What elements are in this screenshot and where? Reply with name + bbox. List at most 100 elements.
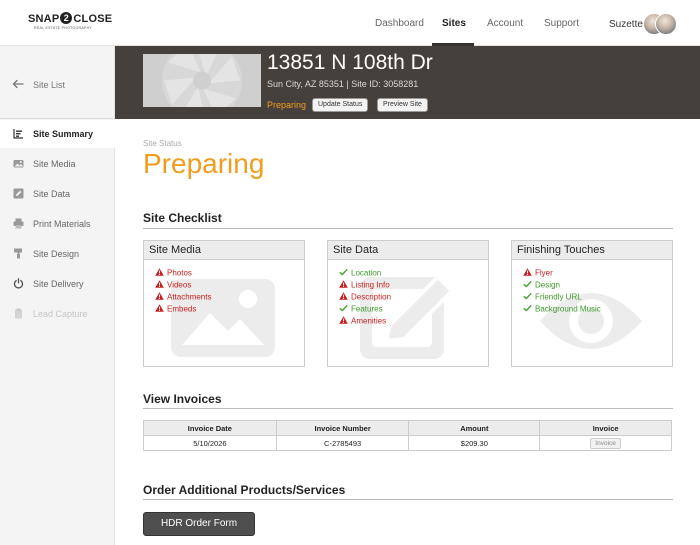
logo-tagline: REAL ESTATE PHOTOGRAPHY — [34, 26, 93, 30]
card-item-list: Flyer Design Friendly URL Background Mus… — [523, 268, 601, 316]
check-icon — [523, 292, 535, 302]
warning-icon — [155, 304, 167, 314]
card-header: Site Media — [144, 241, 304, 260]
sidebar: Site List Site Summary Site Media Site D… — [0, 46, 115, 545]
column-header-invoice-number: Invoice Number — [275, 420, 410, 436]
nav-sites[interactable]: Sites — [442, 18, 466, 29]
sidebar-item-label: Lead Capture — [33, 309, 88, 319]
sidebar-item-label: Site Delivery — [33, 279, 84, 289]
user-name[interactable]: Suzette — [609, 19, 643, 30]
check-icon — [339, 268, 351, 278]
checklist-item-location[interactable]: Location — [339, 268, 391, 280]
checklist-item-attachments[interactable]: Attachments — [155, 292, 211, 304]
sidebar-site-list[interactable]: Site List — [0, 46, 115, 119]
card-title: Finishing Touches — [517, 244, 605, 256]
checklist-item-amenities[interactable]: Amenities — [339, 316, 391, 328]
sidebar-site-list-label: Site List — [33, 80, 66, 90]
checklist-card-finishing-touches: Finishing Touches Flyer Design Friendly … — [511, 240, 673, 367]
card-title: Site Media — [149, 244, 201, 256]
sidebar-item-label: Site Data — [33, 189, 71, 199]
checklist-item-listing-info[interactable]: Listing Info — [339, 280, 391, 292]
header-status: Preparing — [267, 100, 307, 110]
warning-icon — [339, 280, 351, 290]
checklist-item-description[interactable]: Description — [339, 292, 391, 304]
invoice-amount-cell: $209.30 — [408, 435, 541, 451]
checklist-item-features[interactable]: Features — [339, 304, 391, 316]
clipboard-icon — [15, 308, 22, 319]
column-header-amount: Amount — [408, 420, 541, 436]
site-address: 13851 N 108th Dr — [267, 51, 433, 74]
paint-roller-icon — [14, 248, 22, 259]
sidebar-item-site-media[interactable]: Site Media — [0, 150, 115, 178]
card-item-list: Photos Videos Attachments Embeds — [155, 268, 211, 316]
sidebar-item-label: Site Media — [33, 159, 76, 169]
invoice-date-cell: 5/10/2026 — [143, 435, 277, 451]
printer-icon — [13, 218, 24, 229]
snap2close-logo[interactable]: SNAP 2 CLOSE REAL ESTATE PHOTOGRAPHY — [28, 12, 113, 36]
nav-account[interactable]: Account — [487, 18, 523, 29]
warning-icon — [155, 268, 167, 278]
view-invoices-title: View Invoices — [143, 392, 222, 406]
sidebar-item-site-delivery[interactable]: Site Delivery — [0, 270, 115, 298]
warning-icon — [339, 316, 351, 326]
nav-support[interactable]: Support — [544, 18, 579, 29]
table-row: 5/10/2026 C-2785493 $209.30 Invoice — [143, 435, 672, 451]
checklist-item-flyer[interactable]: Flyer — [523, 268, 601, 280]
warning-icon — [339, 292, 351, 302]
checklist-card-site-data: Site Data Location Listing Info Descript… — [327, 240, 489, 367]
check-icon — [523, 280, 535, 290]
checklist-item-background-music[interactable]: Background Music — [523, 304, 601, 316]
checklist-item-videos[interactable]: Videos — [155, 280, 211, 292]
column-header-invoice: Invoice — [539, 420, 672, 436]
section-divider — [143, 499, 673, 500]
invoice-action-cell: Invoice — [539, 435, 672, 451]
power-icon — [13, 278, 24, 289]
sidebar-item-site-summary[interactable]: Site Summary — [0, 120, 115, 148]
checklist-item-friendly-url[interactable]: Friendly URL — [523, 292, 601, 304]
invoice-table: Invoice Date Invoice Number Amount Invoi… — [143, 420, 672, 451]
site-status-value: Preparing — [143, 148, 265, 179]
warning-icon — [155, 292, 167, 302]
section-divider — [143, 408, 673, 409]
invoice-number-cell: C-2785493 — [275, 435, 410, 451]
checklist-item-design[interactable]: Design — [523, 280, 601, 292]
site-checklist-title: Site Checklist — [143, 211, 222, 225]
site-status-label: Site Status — [143, 139, 182, 148]
warning-icon — [523, 268, 535, 278]
media-image-icon — [13, 160, 24, 168]
nav-dashboard[interactable]: Dashboard — [375, 18, 424, 29]
card-header: Finishing Touches — [512, 241, 672, 260]
view-invoice-button[interactable]: Invoice — [590, 437, 621, 449]
user-avatar[interactable] — [643, 13, 677, 35]
update-status-button[interactable]: Update Status — [312, 98, 369, 112]
logo-wordmark: SNAP 2 CLOSE — [28, 12, 113, 25]
preview-site-button[interactable]: Preview Site — [377, 98, 428, 112]
avatar-photo-secondary — [655, 13, 677, 35]
site-location-id: Sun City, AZ 85351 | Site ID: 3058281 — [267, 79, 419, 89]
checklist-item-photos[interactable]: Photos — [155, 268, 211, 280]
sidebar-item-site-design[interactable]: Site Design — [0, 240, 115, 268]
checklist-item-embeds[interactable]: Embeds — [155, 304, 211, 316]
arrow-left-icon — [12, 79, 24, 89]
site-header: 13851 N 108th Dr Sun City, AZ 85351 | Si… — [115, 46, 700, 119]
summary-list-icon — [13, 129, 23, 139]
sidebar-item-label: Site Summary — [33, 129, 94, 139]
warning-icon — [155, 280, 167, 290]
main-content: Site Status Preparing Site Checklist Sit… — [115, 119, 700, 545]
check-icon — [339, 304, 351, 314]
card-title: Site Data — [333, 244, 379, 256]
sidebar-item-print-materials[interactable]: Print Materials — [0, 210, 115, 238]
sidebar-item-label: Print Materials — [33, 219, 91, 229]
sidebar-item-lead-capture: Lead Capture — [0, 300, 115, 328]
camera-aperture-icon — [143, 54, 261, 107]
table-header-row: Invoice Date Invoice Number Amount Invoi… — [143, 420, 672, 436]
data-pencil-icon — [13, 188, 24, 199]
sidebar-item-site-data[interactable]: Site Data — [0, 180, 115, 208]
column-header-invoice-date: Invoice Date — [143, 420, 277, 436]
site-thumbnail[interactable] — [143, 54, 261, 107]
order-products-title: Order Additional Products/Services — [143, 483, 346, 497]
card-item-list: Location Listing Info Description Featur… — [339, 268, 391, 328]
card-header: Site Data — [328, 241, 488, 260]
hdr-order-form-button[interactable]: HDR Order Form — [143, 512, 255, 536]
check-icon — [523, 304, 535, 314]
